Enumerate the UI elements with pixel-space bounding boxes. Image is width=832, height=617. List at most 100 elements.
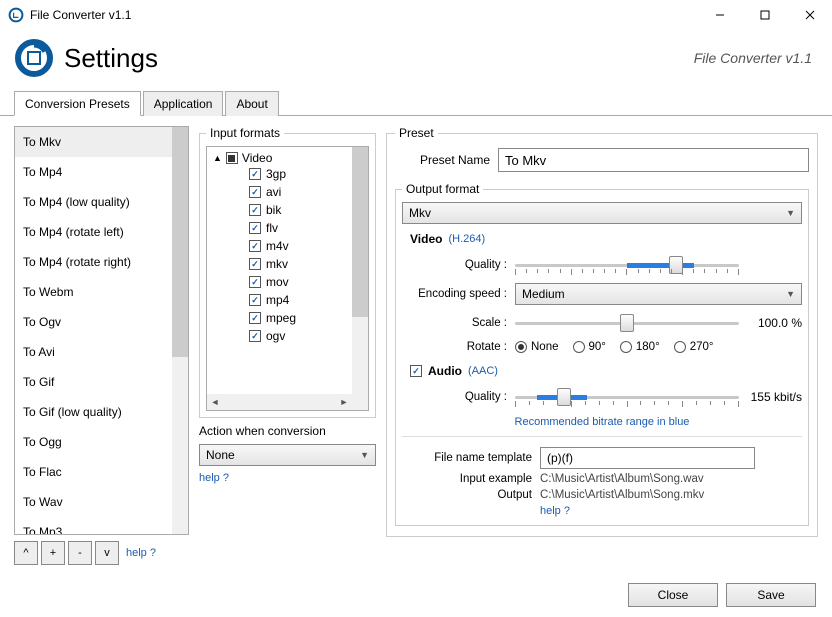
checkbox[interactable] [249, 186, 261, 198]
checkbox[interactable] [249, 222, 261, 234]
scale-slider[interactable] [515, 311, 739, 335]
tabbar: Conversion Presets Application About [0, 90, 832, 116]
preset-item[interactable]: To Mp4 (low quality) [15, 187, 188, 217]
input-example-value: C:\Music\Artist\Album\Song.wav [540, 473, 802, 485]
tab-about[interactable]: About [225, 91, 278, 116]
minimize-button[interactable] [697, 0, 742, 30]
filename-template-input[interactable] [540, 447, 755, 469]
output-format-select[interactable]: Mkv ▼ [402, 202, 802, 224]
header: Settings File Converter v1.1 [0, 30, 832, 90]
checkbox[interactable] [249, 276, 261, 288]
action-label: Action when conversion [199, 424, 376, 438]
tree-item-label: mpeg [266, 311, 296, 325]
checkbox[interactable] [249, 204, 261, 216]
input-formats-legend: Input formats [206, 126, 284, 140]
rotate-270[interactable]: 270° [674, 341, 714, 353]
action-help-link[interactable]: help ? [199, 472, 376, 484]
preset-item[interactable]: To Flac [15, 457, 188, 487]
encoding-speed-select[interactable]: Medium ▼ [515, 283, 802, 305]
preset-legend: Preset [395, 126, 438, 140]
window-title: File Converter v1.1 [30, 8, 697, 22]
output-example-label: Output [402, 489, 532, 501]
audio-section-title: Audio [428, 364, 462, 378]
input-example-label: Input example [402, 473, 532, 485]
tree-item-label: mp4 [266, 293, 289, 307]
checkbox[interactable] [249, 240, 261, 252]
save-button[interactable]: Save [726, 583, 816, 607]
tree-item-label: 3gp [266, 167, 286, 181]
presets-help-link[interactable]: help ? [126, 547, 156, 559]
preset-item[interactable]: To Mp4 (rotate left) [15, 217, 188, 247]
chevron-down-icon: ▼ [360, 450, 369, 460]
tree-item-label: avi [266, 185, 281, 199]
preset-name-input[interactable] [498, 148, 809, 172]
close-window-button[interactable] [787, 0, 832, 30]
page-title: Settings [64, 43, 694, 74]
filename-help-link[interactable]: help ? [540, 505, 570, 517]
preset-name-label: Preset Name [395, 153, 490, 167]
checkbox[interactable] [249, 258, 261, 270]
preset-item[interactable]: To Gif [15, 367, 188, 397]
rotate-label: Rotate : [402, 341, 507, 353]
audio-codec-label: (AAC) [468, 365, 498, 377]
preset-item[interactable]: To Ogg [15, 427, 188, 457]
audio-quality-slider[interactable] [515, 385, 739, 409]
action-select[interactable]: None ▼ [199, 444, 376, 466]
checkbox[interactable] [249, 168, 261, 180]
rotate-90[interactable]: 90° [573, 341, 606, 353]
tree-item-label: mkv [266, 257, 288, 271]
rotate-none[interactable]: None [515, 341, 559, 353]
checkbox[interactable] [249, 330, 261, 342]
preset-scrollbar[interactable] [172, 127, 188, 534]
brand-label: File Converter v1.1 [694, 50, 812, 66]
tab-conversion-presets[interactable]: Conversion Presets [14, 91, 141, 116]
chevron-down-icon: ▼ [786, 208, 795, 218]
video-quality-slider[interactable] [515, 253, 739, 277]
recommended-label: Recommended bitrate range in blue [402, 416, 802, 428]
preset-item[interactable]: To Mp4 (rotate right) [15, 247, 188, 277]
collapse-icon[interactable]: ▲ [213, 153, 222, 163]
close-button[interactable]: Close [628, 583, 718, 607]
video-quality-label: Quality : [402, 259, 507, 271]
preset-item[interactable]: To Mp3 [15, 517, 188, 535]
maximize-button[interactable] [742, 0, 787, 30]
preset-item[interactable]: To Avi [15, 337, 188, 367]
titlebar: File Converter v1.1 [0, 0, 832, 30]
move-down-button[interactable]: v [95, 541, 119, 565]
tree-item-label: ogv [266, 329, 285, 343]
checkbox-video-root[interactable] [226, 152, 238, 164]
tree-item-label: flv [266, 221, 278, 235]
output-format-group: Output format Mkv ▼ Video (H.264) Qualit… [395, 182, 809, 526]
preset-list[interactable]: To Mkv To Mp4 To Mp4 (low quality) To Mp… [14, 126, 189, 535]
tree-root-label: Video [242, 151, 272, 165]
checkbox[interactable] [249, 312, 261, 324]
add-preset-button[interactable]: + [41, 541, 65, 565]
remove-preset-button[interactable]: - [68, 541, 92, 565]
tab-application[interactable]: Application [143, 91, 224, 116]
video-section-title: Video [410, 232, 442, 246]
move-up-button[interactable]: ^ [14, 541, 38, 565]
preset-item[interactable]: To Wav [15, 487, 188, 517]
audio-checkbox[interactable] [410, 365, 422, 377]
preset-group: Preset Preset Name Output format Mkv ▼ V… [386, 126, 818, 537]
preset-item[interactable]: To Gif (low quality) [15, 397, 188, 427]
tree-item-label: bik [266, 203, 281, 217]
preset-item[interactable]: To Mkv [15, 127, 188, 157]
preset-item[interactable]: To Ogv [15, 307, 188, 337]
preset-item[interactable]: To Webm [15, 277, 188, 307]
encoding-speed-label: Encoding speed : [402, 288, 507, 300]
checkbox[interactable] [249, 294, 261, 306]
output-format-legend: Output format [402, 182, 483, 196]
logo-icon [14, 38, 54, 78]
preset-item[interactable]: To Mp4 [15, 157, 188, 187]
input-formats-group: Input formats ▲ Video 3gp avi bik flv m4… [199, 126, 376, 418]
scale-value: 100.0 % [747, 316, 802, 330]
encoding-speed-value: Medium [522, 287, 565, 301]
rotate-180[interactable]: 180° [620, 341, 660, 353]
scale-label: Scale : [402, 317, 507, 329]
tree-item-label: m4v [266, 239, 289, 253]
input-formats-tree[interactable]: ▲ Video 3gp avi bik flv m4v mkv mov mp4 … [206, 146, 369, 411]
tree-hscrollbar[interactable]: ◄► [207, 394, 352, 410]
tree-scrollbar[interactable] [352, 147, 368, 410]
audio-quality-label: Quality : [402, 391, 507, 403]
